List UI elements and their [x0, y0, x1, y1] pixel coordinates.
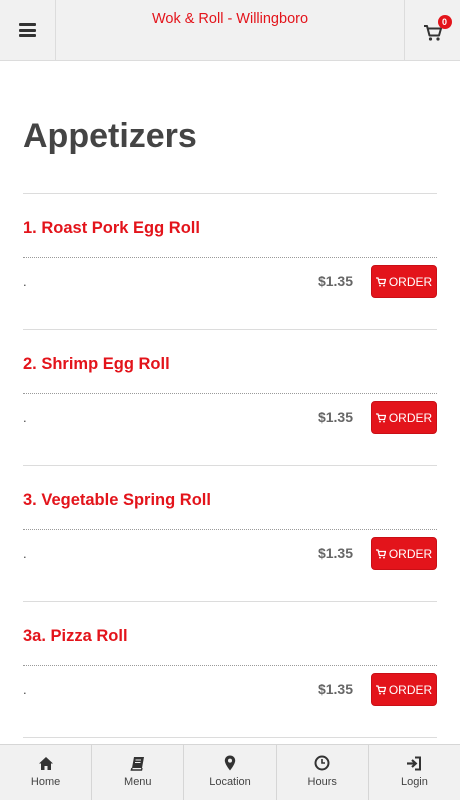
- order-button[interactable]: ORDER: [371, 265, 437, 298]
- order-label: ORDER: [388, 274, 433, 289]
- menu-button[interactable]: [0, 0, 56, 60]
- clock-icon: [313, 755, 331, 771]
- item-name[interactable]: 3a. Pizza Roll: [23, 627, 128, 646]
- cart-count-badge: 0: [437, 15, 452, 29]
- dotted-divider: [23, 665, 437, 666]
- nav-label: Menu: [124, 776, 152, 788]
- category-title: Appetizers: [23, 117, 197, 155]
- item-name[interactable]: 3. Vegetable Spring Roll: [23, 491, 211, 510]
- item-price: $1.35: [317, 545, 353, 561]
- menu-content: Appetizers 1. Roast Pork Egg Roll . $1.3…: [23, 61, 437, 738]
- item-description: .: [23, 274, 27, 289]
- dotted-divider: [23, 529, 437, 530]
- nav-label: Home: [30, 776, 61, 788]
- home-icon: [37, 755, 55, 771]
- item-description: .: [23, 410, 27, 425]
- order-label: ORDER: [388, 682, 433, 697]
- login-icon: [405, 755, 423, 771]
- item-price: $1.35: [317, 681, 353, 697]
- nav-location[interactable]: Location: [184, 745, 277, 800]
- item-price: $1.35: [317, 409, 353, 425]
- cart-icon: [375, 276, 386, 286]
- menu-item: 1. Roast Pork Egg Roll . $1.35 ORDER: [23, 194, 437, 330]
- item-description: .: [23, 682, 27, 697]
- menu-item: 3a. Pizza Roll . $1.35 ORDER: [23, 602, 437, 738]
- order-button[interactable]: ORDER: [371, 401, 437, 434]
- item-name[interactable]: 1. Roast Pork Egg Roll: [23, 219, 200, 238]
- nav-login[interactable]: Login: [369, 745, 460, 800]
- cart-icon: [375, 684, 386, 694]
- order-label: ORDER: [388, 546, 433, 561]
- cart-icon: [375, 548, 386, 558]
- item-name[interactable]: 2. Shrimp Egg Roll: [23, 355, 170, 374]
- cart-button[interactable]: 0: [404, 0, 460, 60]
- map-pin-icon: [221, 755, 239, 771]
- book-icon: [129, 755, 147, 771]
- menu-item: 2. Shrimp Egg Roll . $1.35 ORDER: [23, 330, 437, 466]
- item-price: $1.35: [317, 273, 353, 289]
- order-button[interactable]: ORDER: [371, 537, 437, 570]
- cart-icon: 0: [423, 15, 452, 41]
- nav-label: Hours: [307, 776, 337, 788]
- menu-item: 3. Vegetable Spring Roll . $1.35 ORDER: [23, 466, 437, 602]
- order-label: ORDER: [388, 410, 433, 425]
- item-description: .: [23, 546, 27, 561]
- nav-label: Location: [209, 776, 251, 788]
- nav-home[interactable]: Home: [0, 745, 93, 800]
- cart-icon: [375, 412, 386, 422]
- order-button[interactable]: ORDER: [371, 673, 437, 706]
- dotted-divider: [23, 393, 437, 394]
- bottom-nav: Home Menu Location Hours Login: [0, 744, 460, 800]
- nav-menu[interactable]: Menu: [92, 745, 185, 800]
- top-bar: Wok & Roll - Willingboro 0: [0, 0, 460, 61]
- nav-label: Login: [400, 776, 428, 788]
- restaurant-title: Wok & Roll - Willingboro: [151, 11, 309, 27]
- hamburger-icon: [19, 23, 36, 37]
- dotted-divider: [23, 257, 437, 258]
- nav-hours[interactable]: Hours: [277, 745, 369, 800]
